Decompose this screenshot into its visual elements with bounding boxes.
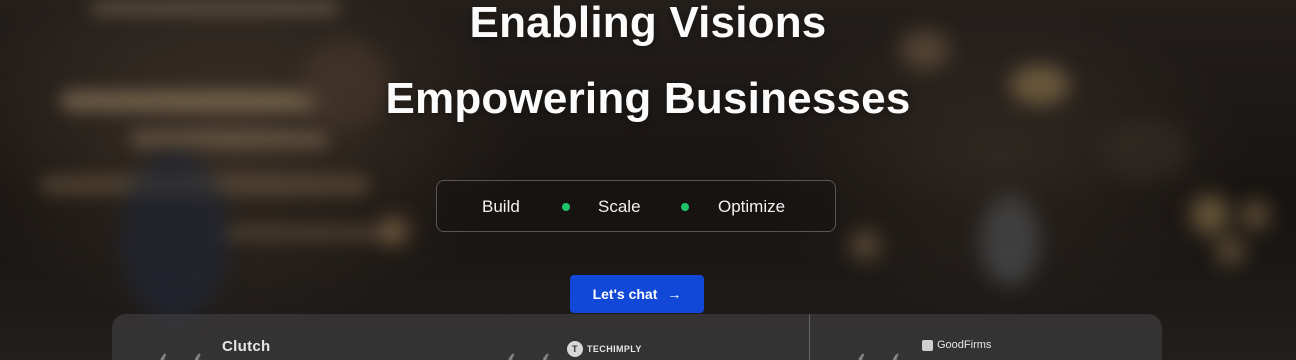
tagline-build: Build	[482, 197, 520, 216]
laurel-icon: ⸙ ⸙	[158, 349, 213, 360]
goodfirms-logo[interactable]: GoodFirms	[922, 339, 991, 351]
tagline-pill: Build Scale Optimize	[436, 180, 836, 232]
tagline-optimize: Optimize	[718, 197, 786, 216]
arrow-right-icon: →	[667, 286, 682, 302]
divider	[809, 314, 810, 360]
tagline-separator-dot	[681, 203, 689, 211]
lets-chat-label: Let's chat	[592, 286, 658, 302]
goodfirms-logo-icon	[922, 339, 933, 351]
laurel-icon: ⸙ ⸙	[506, 349, 561, 360]
techimply-logo-text: TECHIMPLY	[587, 344, 642, 354]
hero-headline-line2: Empowering Businesses	[385, 74, 911, 123]
goodfirms-logo-text: GoodFirms	[937, 339, 992, 351]
techimply-logo[interactable]: T TECHIMPLY	[567, 341, 642, 357]
lets-chat-button[interactable]: Let's chat →	[570, 275, 704, 313]
clutch-logo[interactable]: Clutch	[222, 338, 270, 355]
tagline-scale: Scale	[598, 197, 641, 216]
techimply-logo-icon: T	[567, 341, 583, 357]
tagline-separator-dot	[562, 203, 570, 211]
hero-headline-line1: Enabling Visions	[469, 0, 827, 47]
laurel-icon: ⸙ ⸙	[856, 349, 911, 360]
review-platforms-bar: ⸙ ⸙ Clutch ⸙ ⸙ T TECHIMPLY ⸙ ⸙ GoodFirms	[112, 314, 1162, 360]
